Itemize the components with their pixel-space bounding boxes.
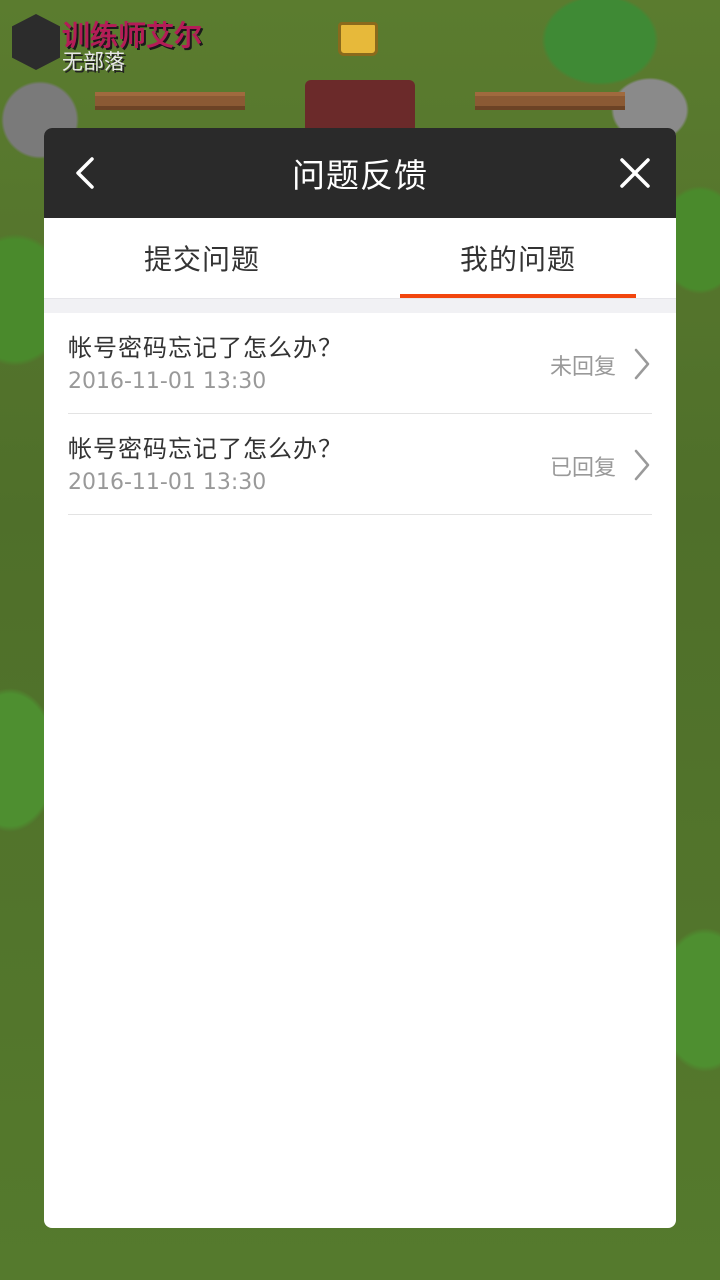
reply-status: 已回复 — [549, 456, 616, 481]
list-item[interactable]: 帐号密码忘记了怎么办？ 2016-11-01 13:30 已回复 — [68, 414, 652, 515]
question-time: 2016-11-01 13:30 — [68, 369, 267, 394]
tab-submit-question[interactable]: 提交问题 — [44, 218, 360, 298]
player-clan: 无部落 — [62, 50, 125, 74]
clan-shield-icon — [12, 14, 60, 70]
tab-my-questions[interactable]: 我的问题 — [360, 218, 676, 298]
tab-bar: 提交问题 我的问题 — [44, 218, 676, 298]
question-list: 帐号密码忘记了怎么办？ 2016-11-01 13:30 未回复 帐号密码忘记了… — [44, 313, 676, 515]
question-time: 2016-11-01 13:30 — [68, 470, 267, 495]
crown-icon — [338, 22, 378, 56]
player-tag: 训练师艾尔 无部落 — [8, 10, 238, 74]
tab-label: 提交问题 — [143, 243, 260, 276]
dialog-header: 问题反馈 — [44, 128, 676, 218]
background-fence-left — [95, 92, 245, 110]
background-fence-right — [475, 92, 625, 110]
tab-label: 我的问题 — [459, 243, 576, 276]
close-button[interactable] — [610, 148, 660, 198]
list-item[interactable]: 帐号密码忘记了怎么办？ 2016-11-01 13:30 未回复 — [68, 313, 652, 414]
chevron-right-icon — [634, 348, 650, 380]
question-title: 帐号密码忘记了怎么办？ — [68, 435, 343, 463]
active-tab-indicator — [400, 294, 636, 298]
question-title: 帐号密码忘记了怎么办？ — [68, 334, 343, 362]
close-icon — [620, 158, 650, 188]
reply-status: 未回复 — [549, 355, 616, 380]
feedback-dialog: 问题反馈 提交问题 我的问题 帐号密码忘记了怎么办？ 2016-11-01 13… — [44, 128, 676, 1228]
dialog-title: 问题反馈 — [292, 156, 428, 195]
chevron-right-icon — [634, 449, 650, 481]
tab-divider — [44, 298, 676, 313]
